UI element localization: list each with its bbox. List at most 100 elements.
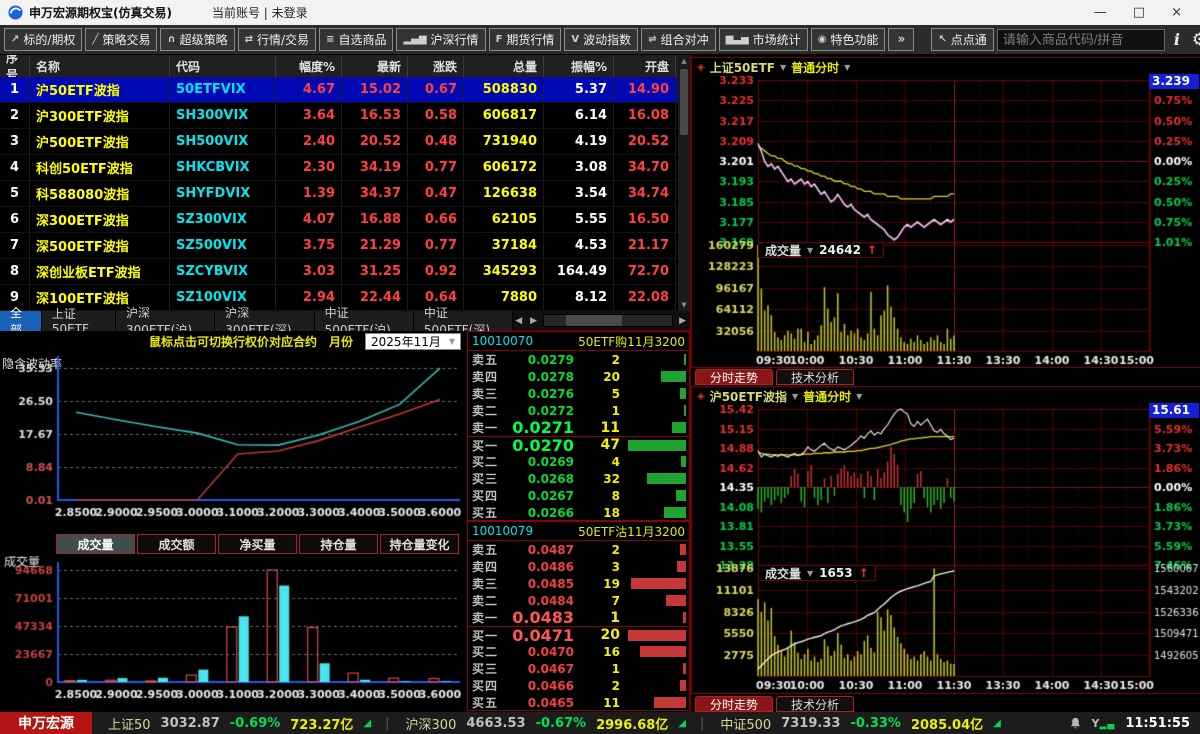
close-button[interactable]: ×	[1171, 5, 1182, 20]
orderbook-level-卖五[interactable]: 卖五0.02792	[468, 351, 689, 368]
toolbar-button-特色功能[interactable]: ◉特色功能	[811, 28, 886, 51]
orderbook-level-卖三[interactable]: 卖三0.02765	[468, 385, 689, 402]
col-header-总量[interactable]: 总量	[464, 55, 544, 77]
table-row-50ETFVIX[interactable]: 1沪50ETF波指50ETFVIX4.6715.020.675088305.37…	[0, 77, 690, 103]
toolbar-button-超级策略[interactable]: ∩超级策略	[160, 28, 234, 51]
col-header-幅度%[interactable]: 幅度%	[276, 55, 342, 77]
col-header-代码[interactable]: 代码	[170, 55, 276, 77]
table-row-SZ300VIX[interactable]: 6深300ETF波指SZ300VIX4.0716.880.66621055.55…	[0, 207, 690, 233]
orderbook-level-买四[interactable]: 买四0.02678	[468, 487, 689, 504]
orderbook-level-卖四[interactable]: 卖四0.027820	[468, 368, 689, 385]
index-quote-沪深300[interactable]: 沪深3004663.53-0.67%2996.68亿◢	[406, 714, 686, 733]
quote-tab-沪深300ETF(沪)[interactable]: 沪深300ETF(沪)	[116, 311, 215, 331]
statusbar-right: Y▂▄ 11:51:55	[1069, 716, 1200, 731]
quote-tab-中证500ETF(沪)[interactable]: 中证500ETF(沪)	[315, 311, 414, 331]
col-header-名称[interactable]: 名称	[30, 55, 170, 77]
toolbar-more-button[interactable]: »	[888, 28, 914, 51]
table-row-SH500VIX[interactable]: 3沪500ETF波指SH500VIX2.4020.520.487319404.1…	[0, 129, 690, 155]
col-header-序号[interactable]: 序号	[0, 55, 30, 77]
orderbook-level-买三[interactable]: 买三0.026832	[468, 470, 689, 487]
col-header-最新[interactable]: 最新	[342, 55, 408, 77]
col-header-振幅%[interactable]: 振幅%	[544, 55, 614, 77]
horizontal-scrollbar[interactable]	[543, 314, 673, 327]
orderbook-level-买四[interactable]: 买四0.04662	[468, 677, 689, 694]
tab-technical-analysis-2[interactable]: 技术分析	[776, 696, 854, 712]
quote-tab-沪深300ETF(深)[interactable]: 沪深300ETF(深)	[215, 311, 314, 331]
tab-minute-trend-2[interactable]: 分时走势	[695, 696, 773, 712]
toolbar-button-波动指数[interactable]: V波动指数	[564, 28, 638, 51]
symbol-search-input[interactable]	[997, 29, 1165, 51]
orderbook-level-买一[interactable]: 买一0.047120	[468, 626, 689, 643]
table-row-SHKCBVIX[interactable]: 4科创50ETF波指SHKCBVIX2.3034.190.776061723.0…	[0, 155, 690, 181]
scrollbar-thumb[interactable]	[680, 69, 688, 135]
index-quote-中证500[interactable]: 中证5007319.33-0.33%2085.04亿◢	[720, 714, 1000, 733]
chart1-mode-dropdown[interactable]: 普通分时	[791, 59, 839, 76]
table-row-SH300VIX[interactable]: 2沪300ETF波指SH300VIX3.6416.530.586068176.1…	[0, 103, 690, 129]
orderbook-level-买二[interactable]: 买二0.047016	[468, 643, 689, 660]
toolbar-button-组合对冲[interactable]: ⇌组合对冲	[641, 28, 715, 51]
vol-filter-tab-持仓量变化[interactable]: 持仓量变化	[380, 534, 459, 554]
cell: 164.49	[544, 259, 614, 284]
vol-filter-tab-成交量[interactable]: 成交量	[56, 534, 135, 554]
chart2-symbol-dropdown[interactable]: 沪50ETF波指	[710, 388, 787, 405]
cursor-icon: ↖	[938, 34, 946, 45]
chart2-volume-label: 成交量 ▼ 1653 ↑	[758, 565, 876, 581]
orderbook-level-买一[interactable]: 买一0.027047	[468, 436, 689, 453]
index-quote-上证50[interactable]: 上证503032.87-0.69%723.27亿◢	[108, 714, 371, 733]
vol-filter-tab-持仓量[interactable]: 持仓量	[299, 534, 378, 554]
month-dropdown[interactable]: 2025年11月 ▼	[365, 333, 461, 350]
toolbar-button-自选商品[interactable]: ≡自选商品	[319, 28, 393, 51]
vol-filter-tab-净买量[interactable]: 净买量	[218, 534, 297, 554]
hscroll-thumb[interactable]	[566, 315, 622, 326]
vol-filter-tab-成交额[interactable]: 成交额	[137, 534, 216, 554]
orderbook-level-买五[interactable]: 买五0.046511	[468, 694, 689, 711]
orderbook-level-卖二[interactable]: 卖二0.04847	[468, 592, 689, 609]
chart2-canvas	[692, 405, 1200, 695]
scroll-up-icon[interactable]: ▲	[681, 55, 686, 67]
col-header-涨跌[interactable]: 涨跌	[408, 55, 464, 77]
quote-tab-上证50ETF[interactable]: 上证50ETF	[42, 311, 116, 331]
tab-scroll-left-icon[interactable]: ◀	[513, 316, 524, 326]
tab-technical-analysis-1[interactable]: 技术分析	[776, 369, 854, 385]
orderbook-level-买五[interactable]: 买五0.026618	[468, 504, 689, 521]
hscroll-right-icon[interactable]: ▶	[677, 316, 688, 326]
contract-name: 50ETF购11月3200	[578, 333, 685, 350]
quote-tab-全部[interactable]: 全部	[0, 311, 42, 331]
toolbar-button-沪深行情[interactable]: ▂▄▆沪深行情	[396, 28, 485, 51]
orderbook-level-卖五[interactable]: 卖五0.04872	[468, 541, 689, 558]
orderbook-level-卖二[interactable]: 卖二0.02721	[468, 402, 689, 419]
depth-bar	[631, 578, 686, 589]
tab-minute-trend-1[interactable]: 分时走势	[695, 369, 773, 385]
quote-tab-中证500ETF(深)[interactable]: 中证500ETF(深)	[414, 311, 513, 331]
orderbook-level-卖一[interactable]: 卖一0.027111	[468, 419, 689, 436]
toolbar-button-市场统计[interactable]: ▆▃▅市场统计	[719, 28, 808, 51]
chevron-down-icon[interactable]: ▼	[807, 569, 813, 578]
toolbar-button-策略交易[interactable]: ╱策略交易	[85, 28, 157, 51]
chart1-symbol-dropdown[interactable]: 上证50ETF	[710, 59, 775, 76]
chevron-down-icon[interactable]: ▼	[807, 246, 813, 255]
minimize-button[interactable]: —	[1094, 5, 1107, 20]
orderbook-level-卖三[interactable]: 卖三0.048519	[468, 575, 689, 592]
toolbar-button-期货行情[interactable]: F期货行情	[489, 28, 562, 51]
orderbook-level-卖四[interactable]: 卖四0.04863	[468, 558, 689, 575]
table-row-SZCYBVIX[interactable]: 8深创业板ETF波指SZCYBVIX3.0331.250.92345293164…	[0, 259, 690, 285]
toolbar-button-行情/交易[interactable]: ⇄行情/交易	[238, 28, 316, 51]
scroll-down-icon[interactable]: ▼	[681, 299, 686, 311]
table-row-SHYFDVIX[interactable]: 5科588080波指SHYFDVIX1.3934.370.471266383.5…	[0, 181, 690, 207]
table-vertical-scrollbar[interactable]: ▲ ▼	[678, 55, 690, 311]
maximize-button[interactable]: □	[1133, 5, 1145, 20]
level-label: 卖二	[468, 402, 504, 419]
orderbook-level-卖一[interactable]: 卖一0.04831	[468, 609, 689, 626]
chart2-mode-dropdown[interactable]: 普通分时	[803, 388, 851, 405]
orderbook-level-买三[interactable]: 买三0.04671	[468, 660, 689, 677]
toolbar-button-标的/期权[interactable]: ↗标的/期权	[4, 28, 82, 51]
gear-icon[interactable]: ⚙	[1192, 30, 1200, 50]
tab-scroll-right-icon[interactable]: ▶	[528, 316, 539, 326]
table-row-SZ500VIX[interactable]: 7深500ETF波指SZ500VIX3.7521.290.77371844.53…	[0, 233, 690, 259]
bell-icon[interactable]	[1069, 717, 1082, 730]
diandiantong-button[interactable]: ↖ 点点通	[931, 28, 993, 51]
level-price: 0.0467	[504, 662, 574, 676]
col-header-开盘[interactable]: 开盘	[614, 55, 676, 77]
info-icon[interactable]: i	[1174, 30, 1180, 49]
orderbook-level-买二[interactable]: 买二0.02694	[468, 453, 689, 470]
